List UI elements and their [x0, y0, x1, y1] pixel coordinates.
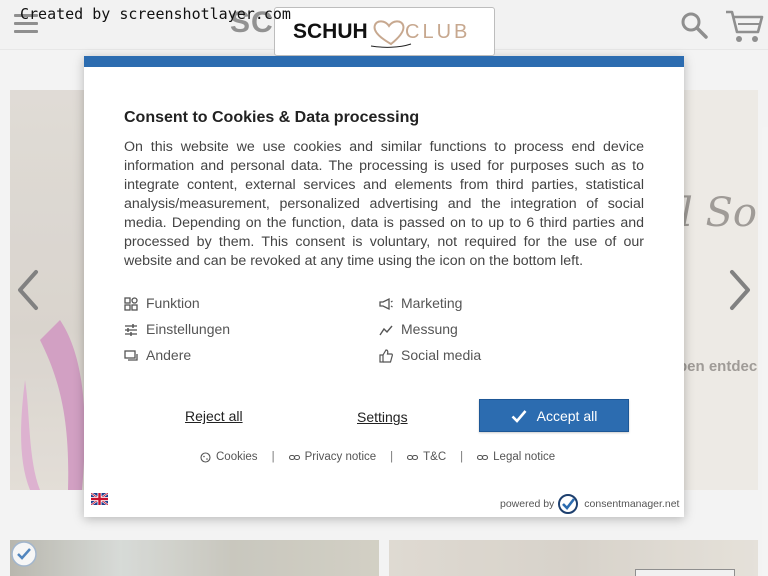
link-separator: | [460, 451, 464, 463]
terms-link[interactable]: T&C [407, 451, 446, 463]
powered-by-brand: consentmanager.net [584, 498, 680, 510]
language-flag-icon[interactable] [91, 493, 108, 505]
terms-link-label: T&C [423, 451, 447, 463]
privacy-notice-link-label: Privacy notice [304, 451, 377, 463]
legal-links-row: Cookies | Privacy notice | T&C | Legal n… [200, 451, 555, 463]
cookie-icon [200, 451, 211, 463]
checkmark-icon [511, 409, 527, 423]
logo-text-schuh: SCHUH [293, 20, 368, 43]
logo-text-club: CLUB [405, 21, 471, 43]
purpose-label: Social media [401, 347, 482, 363]
cookies-link[interactable]: Cookies [200, 451, 258, 463]
screenshot-watermark: Created by screenshotlayer.com [20, 5, 291, 23]
thumbs-up-icon [379, 349, 393, 363]
site-logo[interactable]: SCHUH CLUB [274, 7, 495, 56]
cookies-link-label: Cookies [216, 451, 258, 463]
purpose-label: Marketing [401, 295, 463, 311]
legal-notice-link[interactable]: Legal notice [477, 451, 555, 463]
chat-icon [124, 350, 138, 361]
consent-dialog: Consent to Cookies & Data processing On … [84, 56, 684, 517]
purpose-label: Einstellungen [146, 321, 231, 337]
megaphone-icon [379, 297, 393, 311]
consent-title: Consent to Cookies & Data processing [124, 109, 420, 126]
dialog-top-bar [84, 56, 684, 67]
link-icon [477, 454, 489, 460]
consent-description: On this website we use cookies and simil… [124, 139, 644, 269]
link-separator: | [390, 451, 394, 463]
chart-line-icon [379, 325, 393, 336]
accept-all-button[interactable]: Accept all [479, 399, 629, 432]
privacy-notice-link[interactable]: Privacy notice [288, 451, 377, 463]
purpose-label: Funktion [146, 295, 200, 311]
reject-all-button[interactable]: Reject all [185, 408, 243, 424]
link-icon [288, 454, 300, 460]
powered-by[interactable]: powered by consentmanager.net [500, 494, 679, 514]
puzzle-icon [124, 297, 138, 311]
powered-by-label: powered by [500, 498, 555, 510]
link-icon [407, 454, 419, 460]
accept-all-label: Accept all [536, 407, 598, 424]
purpose-label: Andere [146, 347, 192, 363]
consentmanager-logo-icon [558, 494, 579, 514]
settings-button[interactable]: Settings [357, 409, 408, 425]
sliders-icon [125, 324, 137, 336]
legal-notice-link-label: Legal notice [493, 451, 556, 463]
link-separator: | [271, 451, 275, 463]
purpose-label: Messung [401, 321, 458, 337]
